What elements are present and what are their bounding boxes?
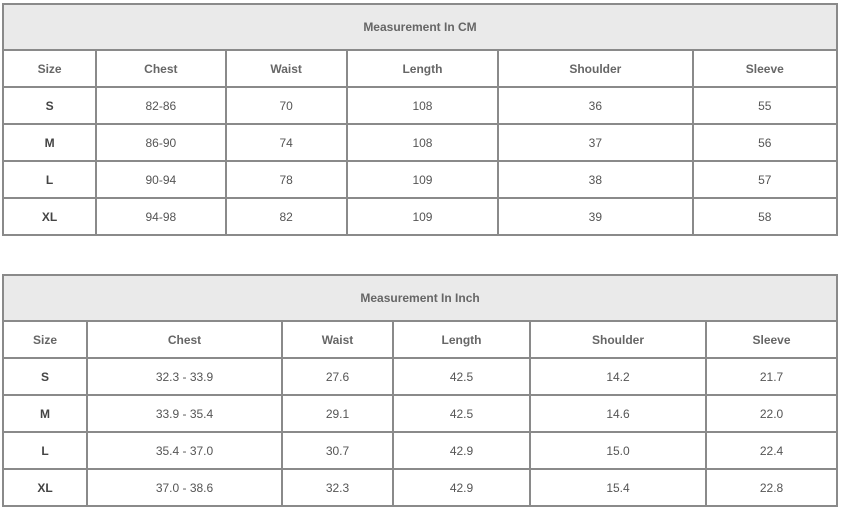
sleeve-cell: 58 [692,198,837,235]
shoulder-cell: 15.4 [530,469,706,506]
table-row: M 86-90 74 108 37 56 [3,124,837,161]
column-header-sleeve: Sleeve [706,321,838,358]
shoulder-cell: 15.0 [530,432,706,469]
shoulder-cell: 14.6 [530,395,706,432]
column-header-length: Length [393,321,530,358]
chest-cell: 35.4 - 37.0 [87,432,282,469]
chest-cell: 37.0 - 38.6 [87,469,282,506]
column-header-row: Size Chest Waist Length Shoulder Sleeve [3,50,837,87]
sleeve-cell: 22.4 [706,432,838,469]
column-header-shoulder: Shoulder [530,321,706,358]
column-header-waist: Waist [282,321,393,358]
length-cell: 108 [346,87,499,124]
shoulder-cell: 39 [498,198,693,235]
column-header-row: Size Chest Waist Length Shoulder Sleeve [3,321,838,358]
size-cell: S [3,358,87,395]
waist-cell: 70 [225,87,347,124]
shoulder-cell: 36 [498,87,693,124]
size-cell: XL [3,198,97,235]
measurement-table-cm: Measurement In CM Size Chest Waist Lengt… [2,3,838,236]
length-cell: 42.9 [393,469,530,506]
length-cell: 108 [346,124,499,161]
table-title: Measurement In CM [3,4,837,50]
table-title-row: Measurement In Inch [3,275,838,321]
waist-cell: 30.7 [282,432,393,469]
length-cell: 42.9 [393,432,530,469]
waist-cell: 74 [225,124,347,161]
length-cell: 42.5 [393,395,530,432]
shoulder-cell: 14.2 [530,358,706,395]
column-header-size: Size [3,50,97,87]
sleeve-cell: 55 [692,87,837,124]
sleeve-cell: 56 [692,124,837,161]
sleeve-cell: 22.0 [706,395,838,432]
column-header-waist: Waist [225,50,347,87]
table-row: L 35.4 - 37.0 30.7 42.9 15.0 22.4 [3,432,838,469]
chest-cell: 33.9 - 35.4 [87,395,282,432]
sleeve-cell: 21.7 [706,358,838,395]
sleeve-cell: 57 [692,161,837,198]
column-header-chest: Chest [96,50,226,87]
waist-cell: 27.6 [282,358,393,395]
chest-cell: 32.3 - 33.9 [87,358,282,395]
sleeve-cell: 22.8 [706,469,838,506]
table-row: S 82-86 70 108 36 55 [3,87,837,124]
chest-cell: 82-86 [96,87,226,124]
table-title-row: Measurement In CM [3,4,837,50]
waist-cell: 29.1 [282,395,393,432]
waist-cell: 32.3 [282,469,393,506]
table-row: L 90-94 78 109 38 57 [3,161,837,198]
chest-cell: 86-90 [96,124,226,161]
shoulder-cell: 37 [498,124,693,161]
chest-cell: 90-94 [96,161,226,198]
table-row: M 33.9 - 35.4 29.1 42.5 14.6 22.0 [3,395,838,432]
column-header-shoulder: Shoulder [498,50,693,87]
shoulder-cell: 38 [498,161,693,198]
table-row: S 32.3 - 33.9 27.6 42.5 14.2 21.7 [3,358,838,395]
size-cell: XL [3,469,87,506]
column-header-chest: Chest [87,321,282,358]
size-cell: M [3,395,87,432]
waist-cell: 78 [225,161,347,198]
table-row: XL 37.0 - 38.6 32.3 42.9 15.4 22.8 [3,469,838,506]
waist-cell: 82 [225,198,347,235]
chest-cell: 94-98 [96,198,226,235]
size-cell: L [3,432,87,469]
size-cell: L [3,161,97,198]
column-header-length: Length [346,50,499,87]
length-cell: 109 [346,198,499,235]
column-header-size: Size [3,321,87,358]
size-cell: S [3,87,97,124]
table-title: Measurement In Inch [3,275,838,321]
length-cell: 42.5 [393,358,530,395]
table-row: XL 94-98 82 109 39 58 [3,198,837,235]
size-cell: M [3,124,97,161]
measurement-table-inch: Measurement In Inch Size Chest Waist Len… [2,274,839,507]
length-cell: 109 [346,161,499,198]
column-header-sleeve: Sleeve [692,50,837,87]
